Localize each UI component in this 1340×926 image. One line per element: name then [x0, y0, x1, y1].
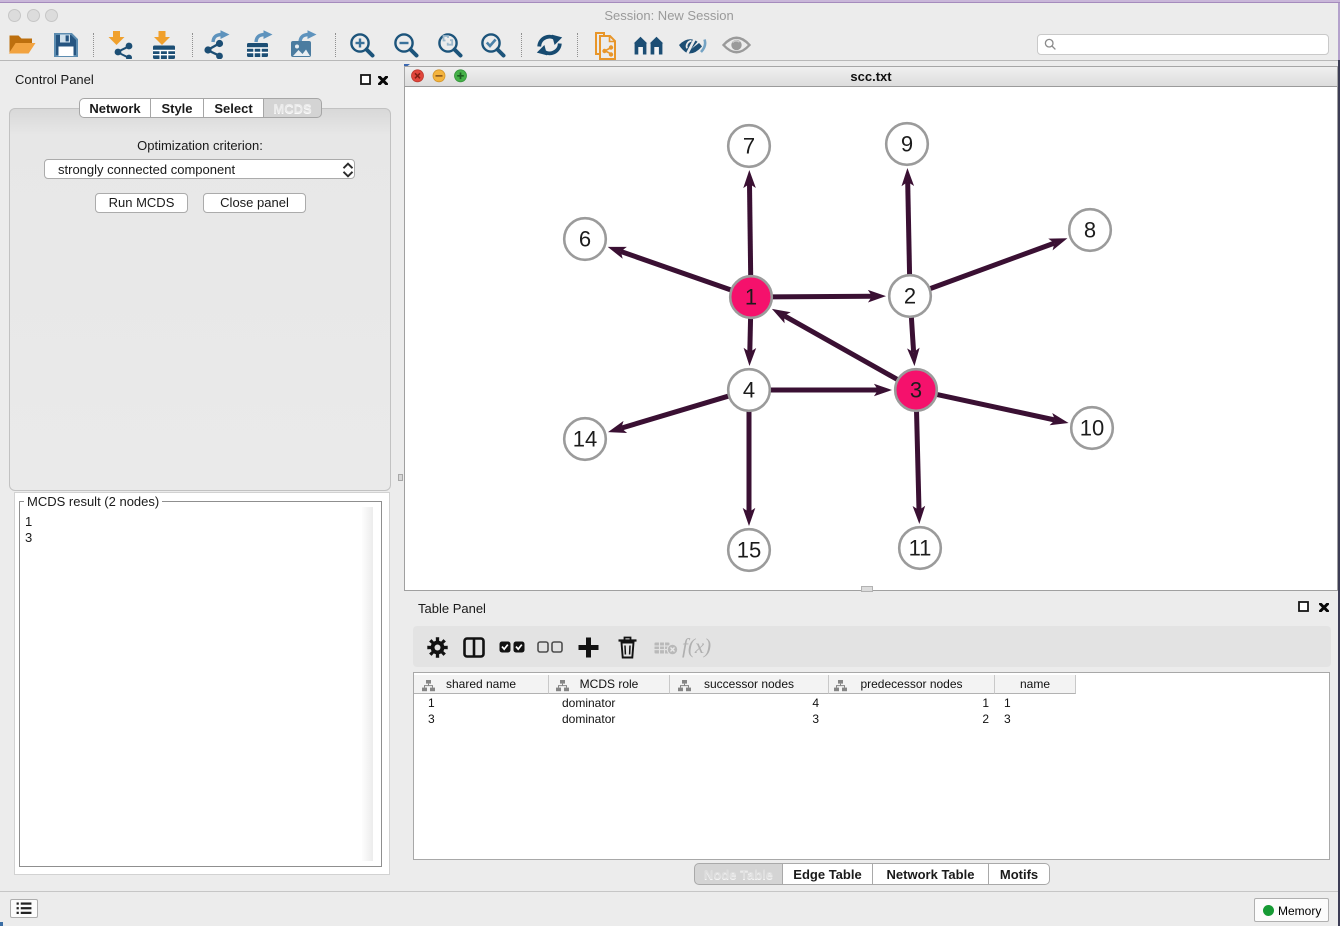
svg-text:1: 1: [745, 285, 757, 310]
svg-text:3: 3: [910, 378, 922, 403]
svg-text:9: 9: [901, 132, 913, 157]
svg-text:7: 7: [743, 134, 755, 159]
svg-text:4: 4: [743, 378, 755, 403]
svg-text:8: 8: [1084, 218, 1096, 243]
svg-text:15: 15: [737, 538, 761, 563]
svg-text:14: 14: [573, 427, 597, 452]
svg-text:11: 11: [909, 536, 932, 561]
svg-text:2: 2: [904, 284, 916, 309]
svg-text:6: 6: [579, 227, 591, 252]
svg-text:10: 10: [1080, 416, 1104, 441]
